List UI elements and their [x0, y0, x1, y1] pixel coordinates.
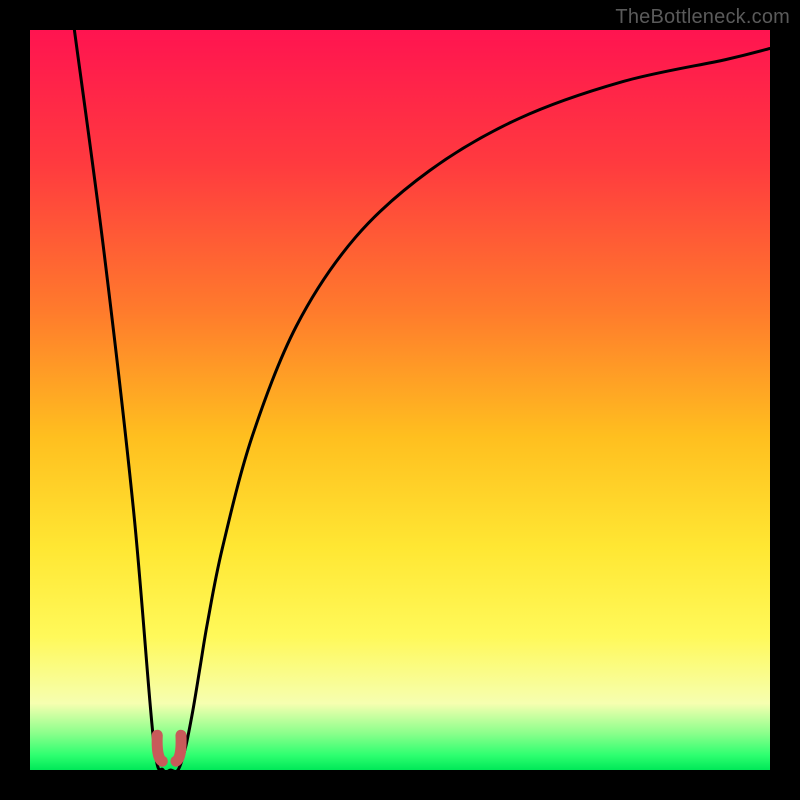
chart-frame: TheBottleneck.com [0, 0, 800, 800]
plot-area [30, 30, 770, 770]
optimal-marker-left [157, 735, 162, 761]
bottleneck-curve [74, 30, 770, 770]
optimal-marker-right [176, 735, 181, 761]
curve-svg [30, 30, 770, 770]
watermark-text: TheBottleneck.com [615, 6, 790, 29]
